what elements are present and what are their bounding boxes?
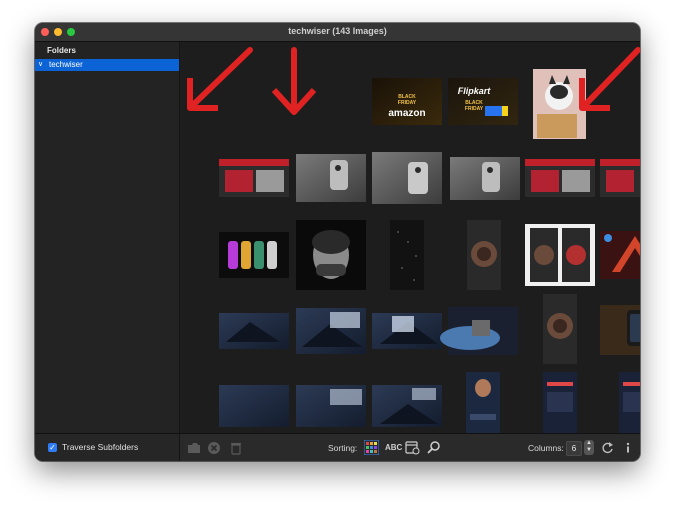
traverse-subfolders-checkbox[interactable]: ✓ (48, 443, 57, 452)
sidebar-item-techwiser[interactable]: ∨ techwiser (35, 59, 179, 71)
thumbnail-grid: BLACK FRIDAY amazon Flipkart BLACK FRIDA… (180, 42, 640, 433)
image-thumbnail[interactable] (600, 231, 640, 279)
image-thumbnail[interactable] (372, 152, 442, 204)
columns-label: Columns: (528, 443, 564, 453)
svg-text:FRIDAY: FRIDAY (398, 100, 417, 106)
svg-text:Flipkart: Flipkart (458, 86, 492, 96)
sorting-label: Sorting: (328, 443, 358, 453)
image-thumbnail[interactable] (467, 220, 501, 290)
refresh-icon[interactable] (601, 441, 614, 454)
image-thumbnail[interactable] (619, 372, 640, 433)
traverse-subfolders-label: Traverse Subfolders (62, 442, 139, 452)
image-thumbnail[interactable] (296, 154, 366, 202)
image-thumbnail[interactable] (219, 159, 289, 197)
info-icon[interactable] (623, 441, 633, 454)
folder-icon[interactable] (187, 442, 201, 454)
image-thumbnail[interactable] (525, 159, 595, 197)
app-window: techwiser (143 Images) Folders ∨ techwis… (35, 23, 640, 461)
chevron-down-icon[interactable]: ∨ (38, 60, 43, 68)
svg-text:FRIDAY: FRIDAY (465, 106, 484, 112)
trash-icon[interactable] (230, 441, 242, 455)
columns-field[interactable]: 6 (566, 441, 582, 456)
image-thumbnail[interactable] (600, 305, 640, 355)
sidebar: Folders ∨ techwiser (35, 42, 180, 433)
image-thumbnail[interactable] (440, 307, 518, 355)
grid-canvas: BLACK FRIDAY amazon Flipkart BLACK FRIDA… (187, 47, 640, 433)
image-thumbnail[interactable] (600, 159, 640, 197)
remove-icon[interactable] (207, 441, 221, 455)
columns-stepper[interactable]: ▲ ▼ (584, 440, 594, 455)
image-thumbnail[interactable] (296, 308, 366, 354)
sidebar-header: Folders (47, 46, 76, 55)
arrow-icon (271, 47, 317, 115)
image-thumbnail[interactable] (525, 224, 595, 286)
sidebar-footer: ✓ Traverse Subfolders (35, 434, 180, 461)
title-bar: techwiser (143 Images) (35, 23, 640, 42)
bottom-toolbar: ✓ Traverse Subfolders Sorting: ABC Colum… (35, 433, 640, 461)
image-thumbnail[interactable] (296, 220, 366, 290)
image-thumbnail[interactable] (372, 385, 442, 427)
image-thumbnail[interactable] (296, 385, 366, 427)
arrow-icon (187, 47, 253, 111)
sort-by-color-icon[interactable] (364, 440, 379, 455)
image-thumbnail[interactable] (219, 385, 289, 427)
image-thumbnail[interactable] (450, 157, 520, 200)
image-thumbnail[interactable] (543, 372, 577, 433)
image-thumbnail[interactable] (219, 313, 289, 349)
arrow-icon (579, 47, 640, 111)
search-icon[interactable] (427, 440, 441, 454)
sort-by-name-button[interactable]: ABC (385, 443, 402, 452)
window-title: techwiser (143 Images) (288, 26, 387, 36)
image-thumbnail[interactable]: Flipkart BLACK FRIDAY (448, 78, 518, 125)
image-thumbnail[interactable] (543, 294, 577, 364)
image-thumbnail[interactable] (372, 313, 442, 349)
image-thumbnail[interactable]: BLACK FRIDAY amazon (372, 78, 442, 125)
image-thumbnail[interactable] (219, 232, 289, 278)
image-thumbnail[interactable] (533, 69, 586, 139)
image-thumbnail[interactable] (466, 372, 500, 433)
calendar-icon[interactable] (405, 440, 420, 455)
sidebar-item-label: techwiser (49, 60, 83, 69)
svg-text:amazon: amazon (388, 108, 425, 119)
image-thumbnail[interactable] (390, 220, 424, 290)
